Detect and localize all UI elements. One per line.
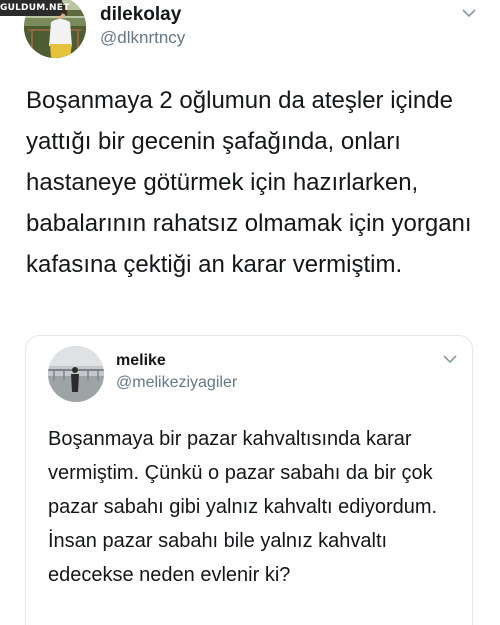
chevron-down-icon[interactable] [443, 354, 457, 364]
chevron-down-icon[interactable] [462, 8, 476, 18]
user-handle[interactable]: @dlknrtncy [100, 28, 185, 48]
quoted-user-handle[interactable]: @melikeziyagiler [116, 374, 237, 392]
quoted-display-name[interactable]: melike [116, 352, 166, 370]
avatar[interactable] [48, 346, 104, 402]
quoted-tweet-text: Boşanmaya bir pazar kahvaltısında karar … [48, 428, 438, 586]
watermark: GULDUM.NET [0, 0, 69, 16]
profile-photo [48, 346, 104, 402]
display-name[interactable]: dilekolay [100, 4, 181, 26]
tweet-text: Boşanmaya 2 oğlumun da ateşler içinde ya… [26, 87, 472, 278]
